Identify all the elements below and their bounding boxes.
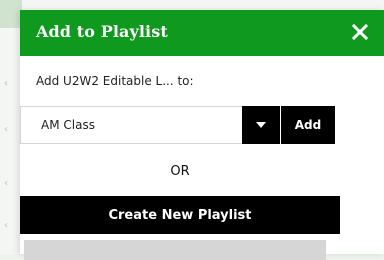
add-to-playlist-modal: Add to Playlist Add U2W2 Editable L... t… bbox=[20, 10, 384, 260]
close-button[interactable] bbox=[348, 20, 372, 44]
background-accent bbox=[0, 0, 22, 28]
playlist-prompt: Add U2W2 Editable L... to: bbox=[36, 74, 194, 88]
playlist-dropdown-button[interactable] bbox=[242, 106, 280, 144]
create-new-playlist-button[interactable]: Create New Playlist bbox=[20, 196, 340, 234]
or-separator: OR bbox=[170, 164, 190, 179]
placeholder-block bbox=[24, 240, 326, 260]
chevron-down-icon bbox=[256, 122, 266, 128]
modal-header: Add to Playlist bbox=[20, 10, 384, 56]
modal-title: Add to Playlist bbox=[36, 22, 168, 41]
background-mark: ‹ bbox=[4, 124, 8, 135]
background-mark: ‹ bbox=[4, 220, 8, 231]
close-icon bbox=[351, 23, 369, 41]
playlist-select-value: AM Class bbox=[41, 118, 95, 132]
background-mark: ‹ bbox=[4, 78, 8, 89]
playlist-select[interactable]: AM Class bbox=[20, 106, 258, 144]
background-mark: ‹ bbox=[4, 178, 8, 189]
add-button[interactable]: Add bbox=[281, 106, 335, 144]
